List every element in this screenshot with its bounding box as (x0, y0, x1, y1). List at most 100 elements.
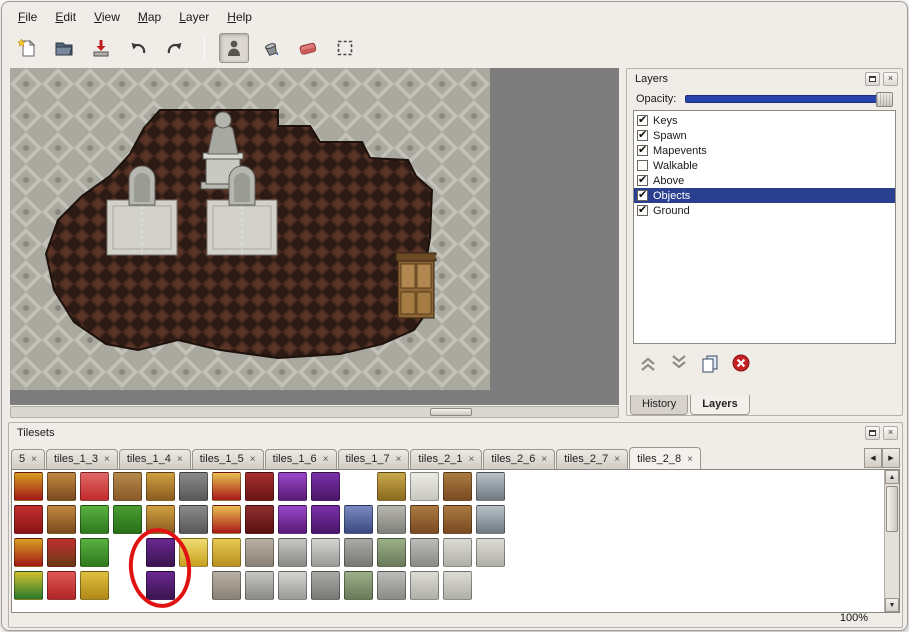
tileset-tile[interactable] (245, 571, 274, 600)
tileset-tile[interactable] (212, 505, 241, 534)
tileset-tile[interactable] (476, 472, 505, 501)
tileset-tile[interactable] (179, 538, 208, 567)
scroll-down-button[interactable]: ▼ (885, 598, 899, 612)
opacity-slider-handle[interactable] (876, 92, 893, 107)
tileset-tile[interactable] (245, 505, 274, 534)
tileset-tile[interactable] (377, 538, 406, 567)
tileset-tile[interactable] (443, 571, 472, 600)
tileset-tab[interactable]: 5× (11, 449, 45, 469)
new-file-button[interactable] (12, 33, 42, 63)
tileset-tile[interactable] (311, 505, 340, 534)
tileset-tile[interactable] (311, 472, 340, 501)
tileset-tab[interactable]: tiles_1_5× (192, 449, 264, 469)
tileset-tile[interactable] (47, 538, 76, 567)
duplicate-layer-button[interactable] (697, 352, 723, 374)
move-layer-down-button[interactable] (666, 352, 692, 374)
tileset-tab[interactable]: tiles_1_3× (46, 449, 118, 469)
tileset-tab[interactable]: tiles_2_7× (556, 449, 628, 469)
open-button[interactable] (49, 33, 79, 63)
map-view[interactable] (10, 68, 619, 405)
redo-button[interactable] (160, 33, 190, 63)
tileset-tile[interactable] (146, 571, 175, 600)
layer-checkbox[interactable] (637, 145, 648, 156)
close-panel-button[interactable]: × (883, 426, 898, 440)
save-button[interactable] (86, 33, 116, 63)
tileset-tile[interactable] (245, 538, 274, 567)
tileset-tile[interactable] (278, 505, 307, 534)
tileset-tile[interactable] (278, 571, 307, 600)
tileset-tile[interactable] (377, 571, 406, 600)
tileset-tile[interactable] (311, 571, 340, 600)
tileset-tile[interactable] (344, 538, 373, 567)
tileset-tile[interactable] (14, 505, 43, 534)
tileset-tile[interactable] (14, 472, 43, 501)
tileset-tile[interactable] (80, 472, 109, 501)
delete-layer-button[interactable] (728, 352, 754, 374)
tileset-tile[interactable] (212, 571, 241, 600)
tileset-tab[interactable]: tiles_1_4× (119, 449, 191, 469)
tileset-tile[interactable] (443, 538, 472, 567)
close-panel-button[interactable]: × (883, 72, 898, 86)
opacity-slider[interactable] (685, 95, 893, 103)
tileset-tile[interactable] (476, 505, 505, 534)
close-tab-icon[interactable]: × (177, 454, 183, 465)
tileset-tab[interactable]: tiles_1_7× (338, 449, 410, 469)
tileset-tile[interactable] (80, 538, 109, 567)
tileset-tab[interactable]: tiles_1_6× (265, 449, 337, 469)
menu-map[interactable]: Map (130, 7, 169, 27)
close-tab-icon[interactable]: × (396, 454, 402, 465)
character-tool-button[interactable] (219, 33, 249, 63)
tileset-tab[interactable]: tiles_2_1× (410, 449, 482, 469)
tileset-tile[interactable] (146, 538, 175, 567)
layer-row[interactable]: Above (634, 173, 895, 188)
layer-row[interactable]: Objects (634, 188, 895, 203)
eraser-button[interactable] (293, 33, 323, 63)
tab-layers[interactable]: Layers (690, 395, 749, 415)
layer-checkbox[interactable] (637, 115, 648, 126)
move-layer-up-button[interactable] (635, 352, 661, 374)
tileset-tile[interactable] (410, 472, 439, 501)
float-panel-button[interactable] (865, 426, 880, 440)
tab-history[interactable]: History (630, 395, 688, 415)
layer-checkbox[interactable] (637, 205, 648, 216)
tileset-tile[interactable] (377, 505, 406, 534)
tileset-tab[interactable]: tiles_2_8× (629, 447, 701, 469)
close-tab-icon[interactable]: × (614, 454, 620, 465)
tileset-tile[interactable] (47, 505, 76, 534)
tileset-tile[interactable] (311, 538, 340, 567)
map-hscroll-thumb[interactable] (430, 408, 472, 416)
close-tab-icon[interactable]: × (468, 454, 474, 465)
tileset-tile[interactable] (344, 505, 373, 534)
scroll-tabs-left-button[interactable]: ◀ (864, 448, 882, 468)
layer-checkbox[interactable] (637, 130, 648, 141)
tileset-tile[interactable] (113, 505, 142, 534)
tileset-tile[interactable] (410, 505, 439, 534)
tileset-tile[interactable] (443, 472, 472, 501)
tileset-vscroll-thumb[interactable] (886, 486, 898, 532)
tileset-tile[interactable] (344, 571, 373, 600)
map-horizontal-scrollbar[interactable] (10, 406, 619, 418)
layer-checkbox[interactable] (637, 190, 648, 201)
tileset-tile[interactable] (14, 571, 43, 600)
tileset-tile[interactable] (377, 472, 406, 501)
tileset-tile[interactable] (14, 538, 43, 567)
layer-row[interactable]: Keys (634, 113, 895, 128)
layer-checkbox[interactable] (637, 175, 648, 186)
layer-row[interactable]: Mapevents (634, 143, 895, 158)
tileset-tab[interactable]: tiles_2_6× (483, 449, 555, 469)
undo-button[interactable] (123, 33, 153, 63)
map-canvas[interactable] (10, 68, 619, 419)
tileset-tile[interactable] (113, 472, 142, 501)
close-tab-icon[interactable]: × (541, 454, 547, 465)
tileset-tile[interactable] (80, 571, 109, 600)
layer-row[interactable]: Ground (634, 203, 895, 218)
tileset-tile[interactable] (245, 472, 274, 501)
menu-view[interactable]: View (86, 7, 128, 27)
layer-checkbox[interactable] (637, 160, 648, 171)
menu-edit[interactable]: Edit (47, 7, 84, 27)
layer-row[interactable]: Spawn (634, 128, 895, 143)
tileset-tile[interactable] (212, 538, 241, 567)
scroll-tabs-right-button[interactable]: ▶ (882, 448, 900, 468)
rect-select-button[interactable] (330, 33, 360, 63)
scroll-up-button[interactable]: ▲ (885, 470, 899, 484)
